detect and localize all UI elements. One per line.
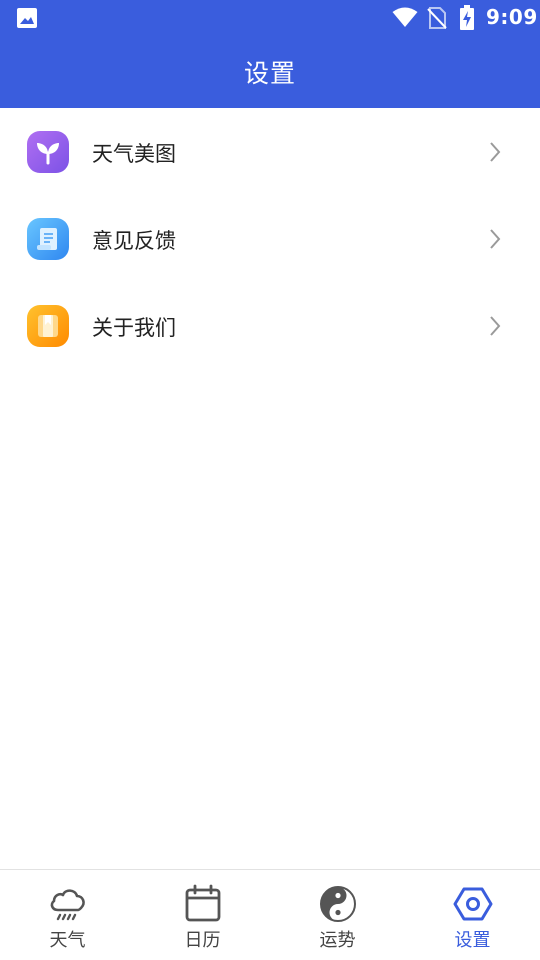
book-icon [27,305,69,347]
scroll-icon [27,218,69,260]
plant-icon [27,131,69,173]
settings-item-about-us[interactable]: 关于我们 [0,282,540,369]
status-bar: 9:09 [0,0,540,36]
calendar-icon [183,884,223,924]
hex-settings-icon [453,884,493,924]
wifi-icon [392,6,418,32]
nav-label: 设置 [454,930,491,951]
chevron-right-icon [489,315,501,341]
app-bar: 设置 [0,36,540,108]
nav-label: 日历 [184,930,221,951]
battery-charging-icon [459,5,475,35]
settings-item-label: 关于我们 [92,316,176,340]
chevron-right-icon [489,141,501,167]
status-time: 9:09 [486,5,538,29]
settings-item-weather-images[interactable]: 天气美图 [0,108,540,195]
nav-item-settings[interactable]: 设置 [405,870,540,960]
rain-cloud-icon [48,884,88,924]
bottom-nav: 天气 日历 运势 设置 [0,869,540,960]
nav-item-calendar[interactable]: 日历 [135,870,270,960]
yin-yang-icon [318,884,358,924]
settings-item-label: 意见反馈 [92,229,176,253]
nav-label: 天气 [49,930,86,951]
chevron-right-icon [489,228,501,254]
nav-label: 运势 [319,930,356,951]
settings-item-feedback[interactable]: 意见反馈 [0,195,540,282]
settings-list: 天气美图 意见反馈 关于我们 [0,108,540,369]
no-sim-icon [427,7,447,33]
nav-item-fortune[interactable]: 运势 [270,870,405,960]
page-title: 设置 [243,59,296,88]
nav-item-weather[interactable]: 天气 [0,870,135,960]
gallery-icon [16,7,38,33]
settings-item-label: 天气美图 [92,142,176,166]
